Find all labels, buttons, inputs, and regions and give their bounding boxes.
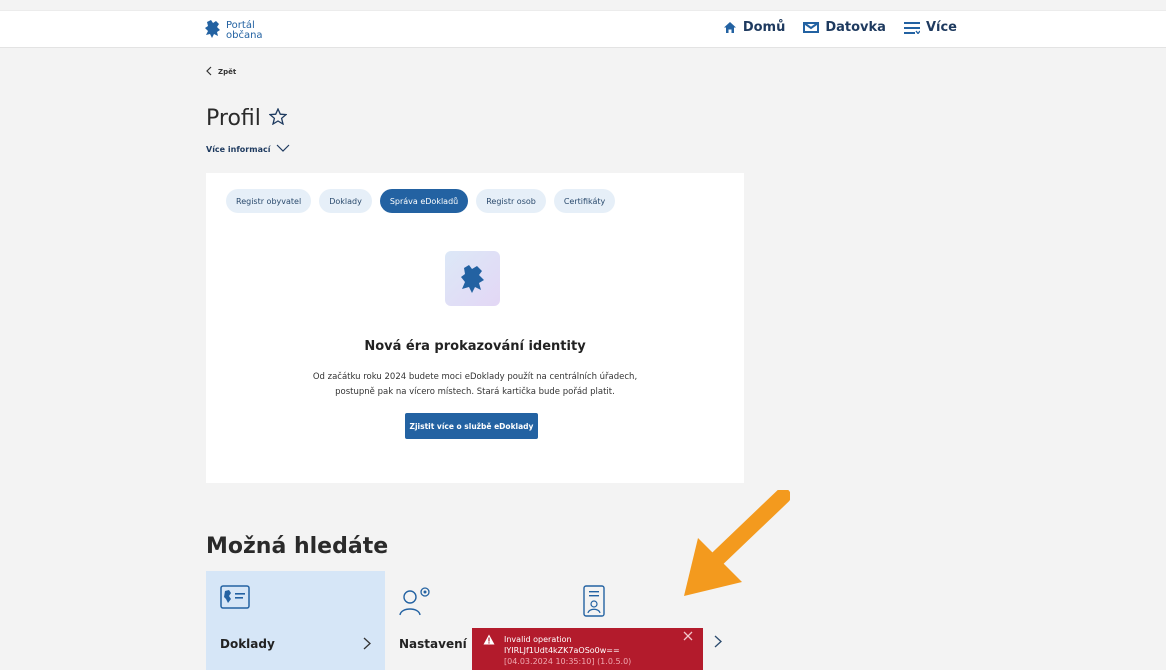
carousel-next-icon[interactable] xyxy=(714,635,722,652)
tile-doklady-label: Doklady xyxy=(220,637,275,651)
id-badge-icon xyxy=(583,585,605,621)
close-icon[interactable] xyxy=(683,631,693,643)
tab-sprava-edokladu[interactable]: Správa eDokladů xyxy=(379,189,469,213)
page-title: Profil xyxy=(206,106,261,131)
nav-more[interactable]: Více xyxy=(903,20,957,35)
top-header: Portál občana Domů Datovka Více xyxy=(0,10,1166,48)
nav-more-label: Více xyxy=(925,20,957,35)
tab-registr-obyvatel[interactable]: Registr obyvatel xyxy=(226,189,312,213)
card-description: Od začátku roku 2024 budete moci eDoklad… xyxy=(206,370,744,400)
suggestions-title: Možná hledáte xyxy=(206,534,389,559)
star-icon[interactable] xyxy=(268,107,288,129)
suggestion-tile-doklady[interactable]: Doklady xyxy=(206,571,385,670)
lion-emblem-icon xyxy=(204,19,222,43)
user-settings-icon xyxy=(399,585,433,621)
card-description-line1: Od začátku roku 2024 budete moci eDoklad… xyxy=(312,372,638,382)
top-nav: Domů Datovka Více xyxy=(723,20,957,35)
chevron-left-icon xyxy=(206,66,212,78)
logo-text-line2: občana xyxy=(226,30,263,41)
toast-code: IYIRLJf1Udt4kZK7aOSo0w== xyxy=(504,646,620,655)
tab-registr-osob[interactable]: Registr osob xyxy=(476,189,546,213)
annotation-arrow-icon xyxy=(670,488,791,614)
toast-message: Invalid operation xyxy=(504,635,572,644)
tab-certifikaty[interactable]: Certifikáty xyxy=(553,189,616,213)
warning-icon xyxy=(483,634,495,648)
tile-nastaveni-label: Nastavení xyxy=(399,637,467,651)
back-link[interactable]: Zpět xyxy=(206,66,236,78)
toast-timestamp: [04.03.2024 10:35:10] (1.0.5.0) xyxy=(504,657,632,666)
more-info-toggle[interactable]: Více informací xyxy=(206,144,290,154)
card-title: Nová éra prokazování identity xyxy=(364,339,586,354)
error-toast: Invalid operation IYIRLJf1Udt4kZK7aOSo0w… xyxy=(472,628,703,670)
nav-datovka[interactable]: Datovka xyxy=(803,20,886,35)
back-link-label: Zpět xyxy=(218,68,237,76)
chevron-down-icon xyxy=(276,144,290,154)
learn-more-button[interactable]: Zjistit více o službě eDoklady xyxy=(405,413,538,439)
menu-icon xyxy=(903,21,920,34)
chevron-right-icon xyxy=(363,637,371,654)
page-title-row: Profil xyxy=(206,106,288,131)
more-info-label: Více informací xyxy=(206,144,271,154)
portal-logo[interactable]: Portál občana xyxy=(204,19,263,43)
edoklady-card: Registr obyvatel Doklady Správa eDokladů… xyxy=(206,173,744,483)
mailbox-icon xyxy=(803,22,820,33)
profile-tabs: Registr obyvatel Doklady Správa eDokladů… xyxy=(226,189,616,213)
nav-home[interactable]: Domů xyxy=(723,20,786,35)
tab-doklady[interactable]: Doklady xyxy=(319,189,372,213)
nav-datovka-label: Datovka xyxy=(825,20,886,35)
lion-emblem-illustration xyxy=(445,251,500,306)
home-icon xyxy=(723,21,737,34)
nav-home-label: Domů xyxy=(742,20,786,35)
id-card-icon xyxy=(220,585,250,613)
card-description-line2: postupně pak na vícero místech. Stará ka… xyxy=(335,387,615,397)
